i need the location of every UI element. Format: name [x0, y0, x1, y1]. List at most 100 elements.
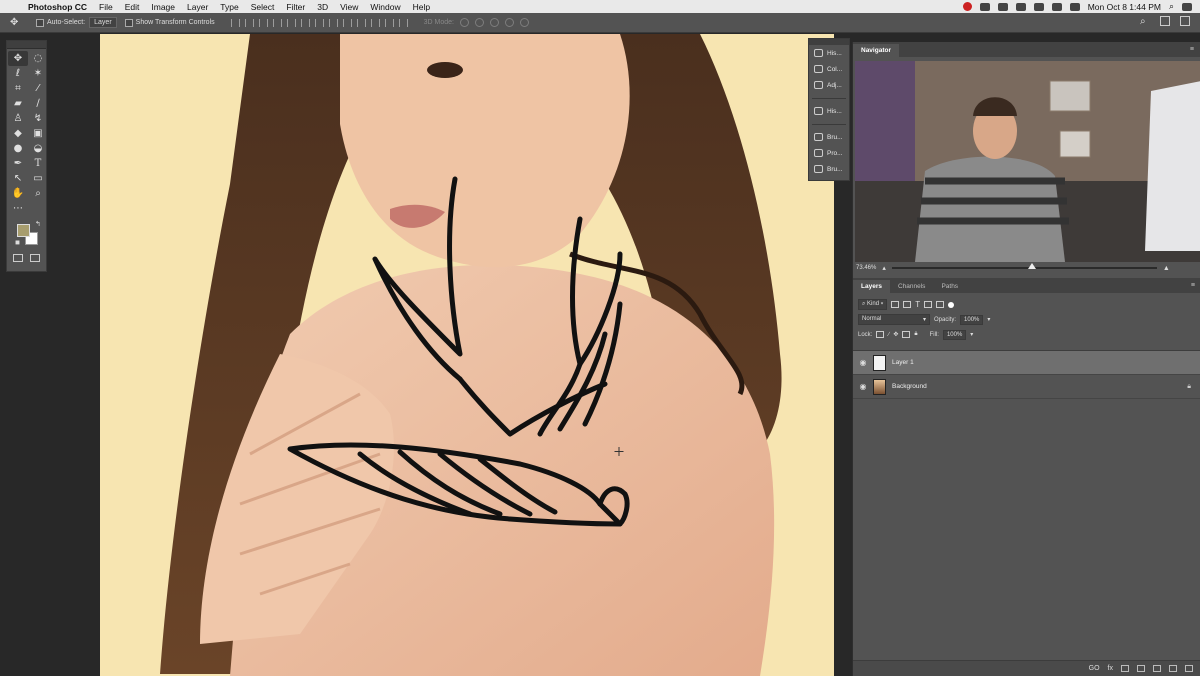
- search-icon[interactable]: ⌕: [1140, 16, 1150, 27]
- hand-tool-icon[interactable]: ✋: [8, 186, 28, 201]
- align-left-icon[interactable]: [272, 18, 282, 27]
- eraser-tool-icon[interactable]: ◆: [8, 126, 28, 141]
- menu-view[interactable]: View: [334, 2, 364, 12]
- status-icon-3[interactable]: [1033, 2, 1044, 11]
- tab-navigator[interactable]: Navigator: [853, 44, 899, 57]
- fx-icon[interactable]: fx: [1108, 665, 1113, 672]
- transform-controls-checkbox[interactable]: [124, 18, 133, 27]
- align-top-icon[interactable]: [230, 18, 240, 27]
- tools-panel-header[interactable]: [7, 41, 46, 49]
- pen-tool-icon[interactable]: ✒: [8, 156, 28, 171]
- visibility-eye-icon[interactable]: ◉: [853, 382, 873, 391]
- distribute-bottom-icon[interactable]: [342, 18, 352, 27]
- 3d-orbit-icon[interactable]: [460, 18, 469, 27]
- visibility-eye-icon[interactable]: ◉: [853, 358, 873, 367]
- document-canvas[interactable]: [100, 34, 834, 676]
- status-icon-2[interactable]: [997, 2, 1008, 11]
- group-folder-icon[interactable]: [1153, 665, 1161, 672]
- zoom-slider-knob[interactable]: [1027, 263, 1036, 269]
- adjustment-layer-icon[interactable]: [1137, 665, 1145, 672]
- panel-color[interactable]: Col...: [809, 61, 849, 77]
- fill-input[interactable]: 100%: [942, 329, 967, 340]
- new-layer-icon[interactable]: [1169, 665, 1177, 672]
- battery-icon[interactable]: [1069, 2, 1080, 11]
- layer-row-background[interactable]: ◉ Background 🔒︎: [853, 375, 1200, 399]
- navigator-thumbnail[interactable]: [855, 61, 1200, 262]
- panel-properties[interactable]: Pro...: [809, 145, 849, 161]
- lock-pixels-icon[interactable]: ∕: [888, 332, 889, 338]
- blend-mode-dropdown[interactable]: Normal ▾: [858, 314, 930, 325]
- tab-channels[interactable]: Channels: [890, 280, 933, 293]
- opacity-input[interactable]: 100%: [960, 314, 984, 325]
- 3d-pan-icon[interactable]: [490, 18, 499, 27]
- align-right-icon[interactable]: [300, 18, 310, 27]
- add-mask-icon[interactable]: [1121, 665, 1129, 672]
- menu-app-name[interactable]: Photoshop CC: [22, 2, 93, 12]
- filter-type-icon[interactable]: T: [915, 300, 920, 309]
- lasso-tool-icon[interactable]: ℓ: [8, 66, 28, 81]
- spotlight-icon[interactable]: ⌕: [1169, 1, 1174, 12]
- marquee-tool-icon[interactable]: ◌: [28, 51, 48, 66]
- zoom-slider[interactable]: [891, 263, 1157, 269]
- lock-artboard-icon[interactable]: [902, 331, 911, 338]
- navigator-menu-icon[interactable]: ≡: [1190, 46, 1194, 53]
- quick-mask-icon[interactable]: [13, 254, 24, 262]
- eyedropper-tool-icon[interactable]: ⁄: [28, 81, 48, 96]
- move-tool-icon[interactable]: ✥: [8, 51, 28, 66]
- layers-menu-icon[interactable]: ≡: [1191, 282, 1195, 289]
- link-layers-icon[interactable]: GO: [1089, 665, 1100, 672]
- move-tool-preset-icon[interactable]: ✥: [10, 17, 28, 28]
- menu-3d[interactable]: 3D: [311, 2, 334, 12]
- creative-cloud-icon[interactable]: [962, 2, 972, 11]
- filter-adjustment-icon[interactable]: [903, 301, 912, 308]
- distribute-top-icon[interactable]: [314, 18, 324, 27]
- opacity-chevron-icon[interactable]: ▾: [987, 316, 990, 323]
- layer-1-thumbnail[interactable]: [873, 354, 886, 371]
- filter-shape-icon[interactable]: [924, 301, 933, 308]
- screen-mode-icon[interactable]: [29, 254, 40, 262]
- 3d-slide-icon[interactable]: [505, 18, 514, 27]
- lock-position-icon[interactable]: ✥: [893, 331, 898, 338]
- menu-window[interactable]: Window: [364, 2, 406, 12]
- clone-stamp-tool-icon[interactable]: ♙: [8, 111, 28, 126]
- distribute-center-icon[interactable]: [370, 18, 380, 27]
- layer-row-layer-1[interactable]: ◉ Layer 1: [853, 351, 1200, 375]
- zoom-in-icon[interactable]: ▲: [1163, 265, 1170, 272]
- type-tool-icon[interactable]: T: [28, 156, 48, 171]
- auto-align-icon[interactable]: [398, 18, 408, 27]
- 3d-scale-icon[interactable]: [520, 18, 529, 27]
- zoom-out-icon[interactable]: ▴: [882, 264, 886, 272]
- filter-smart-object-icon[interactable]: [936, 301, 945, 308]
- panel-history-2[interactable]: His...: [809, 103, 849, 119]
- background-layer-name[interactable]: Background: [892, 383, 927, 390]
- shape-tool-icon[interactable]: ▭: [28, 171, 48, 186]
- panel-brush-1[interactable]: Bru...: [809, 129, 849, 145]
- cloud-icon[interactable]: [1015, 2, 1026, 11]
- filter-toggle-icon[interactable]: [948, 301, 955, 308]
- menu-filter[interactable]: Filter: [280, 2, 311, 12]
- panel-history-1[interactable]: His...: [809, 45, 849, 61]
- fill-chevron-icon[interactable]: ▾: [970, 331, 973, 338]
- crop-tool-icon[interactable]: ⌗: [8, 81, 28, 96]
- notification-center-icon[interactable]: [1182, 2, 1192, 11]
- tab-layers[interactable]: Layers: [853, 280, 890, 293]
- layer-filter-kind-dropdown[interactable]: ⌕ Kind ▾: [858, 299, 888, 310]
- share-icon[interactable]: [1180, 16, 1190, 26]
- auto-select-checkbox[interactable]: [36, 18, 44, 27]
- trash-icon[interactable]: [1185, 665, 1193, 672]
- dodge-tool-icon[interactable]: ◒: [28, 141, 48, 156]
- history-brush-tool-icon[interactable]: ↯: [28, 111, 48, 126]
- navigator-zoom-value[interactable]: 73.46%: [856, 265, 876, 271]
- brush-tool-icon[interactable]: ∕: [28, 96, 48, 111]
- layer-1-name[interactable]: Layer 1: [892, 359, 914, 366]
- status-icon-1[interactable]: [979, 2, 990, 11]
- healing-brush-tool-icon[interactable]: ▰: [8, 96, 28, 111]
- lock-all-icon[interactable]: 🔒︎: [914, 331, 917, 338]
- gradient-tool-icon[interactable]: ▣: [28, 126, 48, 141]
- blur-tool-icon[interactable]: ●: [8, 141, 28, 156]
- lock-transparent-icon[interactable]: [876, 331, 885, 338]
- menu-edit[interactable]: Edit: [119, 2, 146, 12]
- panel-adjustments[interactable]: Adj...: [809, 77, 849, 93]
- more-tools-icon[interactable]: ⋯: [8, 201, 28, 216]
- wifi-icon[interactable]: [1051, 2, 1062, 11]
